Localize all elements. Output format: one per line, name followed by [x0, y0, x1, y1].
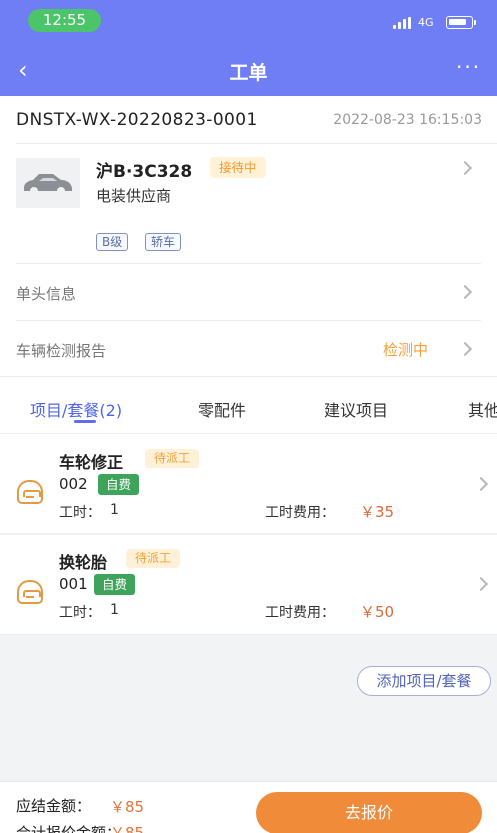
- hours-label: 工时：: [59, 505, 101, 521]
- quote-total: ￥85: [110, 824, 145, 833]
- page-title: 工单: [229, 62, 268, 84]
- work-order-screen: 12:55 4G ‹ 工单 ··· DNSTX-WX-20220823-0001…: [0, 0, 497, 833]
- fee-value: ￥35: [360, 503, 395, 521]
- hours-label: 工时：: [59, 605, 101, 621]
- item-status-badge: 待派工: [126, 549, 181, 568]
- quote-total-label: 合计报价金额：: [16, 824, 122, 833]
- vehicle-tag-grade: B级: [96, 233, 129, 251]
- status-time: 12:55: [28, 9, 101, 32]
- service-item-icon: [17, 580, 43, 604]
- fee-value: ￥50: [360, 603, 395, 621]
- divider: [16, 263, 481, 264]
- payment-badge: 自费: [94, 574, 135, 595]
- tab-projects[interactable]: 项目/套餐(2): [30, 397, 122, 421]
- vehicle-image: [16, 158, 80, 208]
- quote-button[interactable]: 去报价: [256, 792, 482, 833]
- vehicle-status-badge: 接待中: [210, 157, 266, 178]
- item-code: 002: [59, 475, 88, 493]
- tab-other[interactable]: 其他: [468, 397, 497, 421]
- order-datetime: 2022-08-23 16:15:03: [333, 112, 482, 128]
- hours-value: 1: [110, 602, 119, 618]
- active-tab-indicator: [74, 420, 96, 423]
- service-item-icon: [17, 480, 43, 504]
- signal-icon: [393, 17, 415, 29]
- item-status-badge: 待派工: [145, 449, 200, 468]
- divider: [16, 143, 497, 144]
- vehicle-tag-type: 轿车: [145, 233, 182, 251]
- item-name: 换轮胎: [59, 553, 108, 572]
- order-card: [0, 96, 497, 376]
- header-bar: 12:55 4G ‹ 工单 ···: [0, 0, 497, 96]
- tab-parts[interactable]: 零配件: [198, 397, 246, 421]
- order-number: DNSTX-WX-20220823-0001: [16, 110, 258, 130]
- tab-suggestions[interactable]: 建议项目: [324, 397, 388, 421]
- car-placeholder-icon: [24, 174, 72, 195]
- inspection-status: 检测中: [383, 341, 429, 359]
- license-plate: 沪B·3C328: [96, 162, 193, 182]
- fee-label: 工时费用：: [265, 605, 335, 621]
- settle-amount-label: 应结金额：: [16, 797, 92, 815]
- settle-amount: ￥85: [110, 798, 145, 816]
- fee-label: 工时费用：: [265, 505, 335, 521]
- battery-icon: [446, 16, 476, 29]
- payment-badge: 自费: [98, 474, 139, 495]
- header-info-row[interactable]: 单头信息: [16, 283, 76, 304]
- add-item-button[interactable]: 添加项目/套餐: [357, 666, 491, 696]
- inspection-report-row[interactable]: 车辆检测报告: [16, 340, 106, 361]
- item-name: 车轮修正: [59, 453, 124, 472]
- hours-value: 1: [110, 502, 119, 518]
- divider: [16, 320, 481, 321]
- more-button[interactable]: ···: [456, 55, 481, 79]
- network-type: 4G: [418, 16, 434, 29]
- item-code: 001: [59, 575, 88, 593]
- supplier-name: 电装供应商: [96, 187, 172, 205]
